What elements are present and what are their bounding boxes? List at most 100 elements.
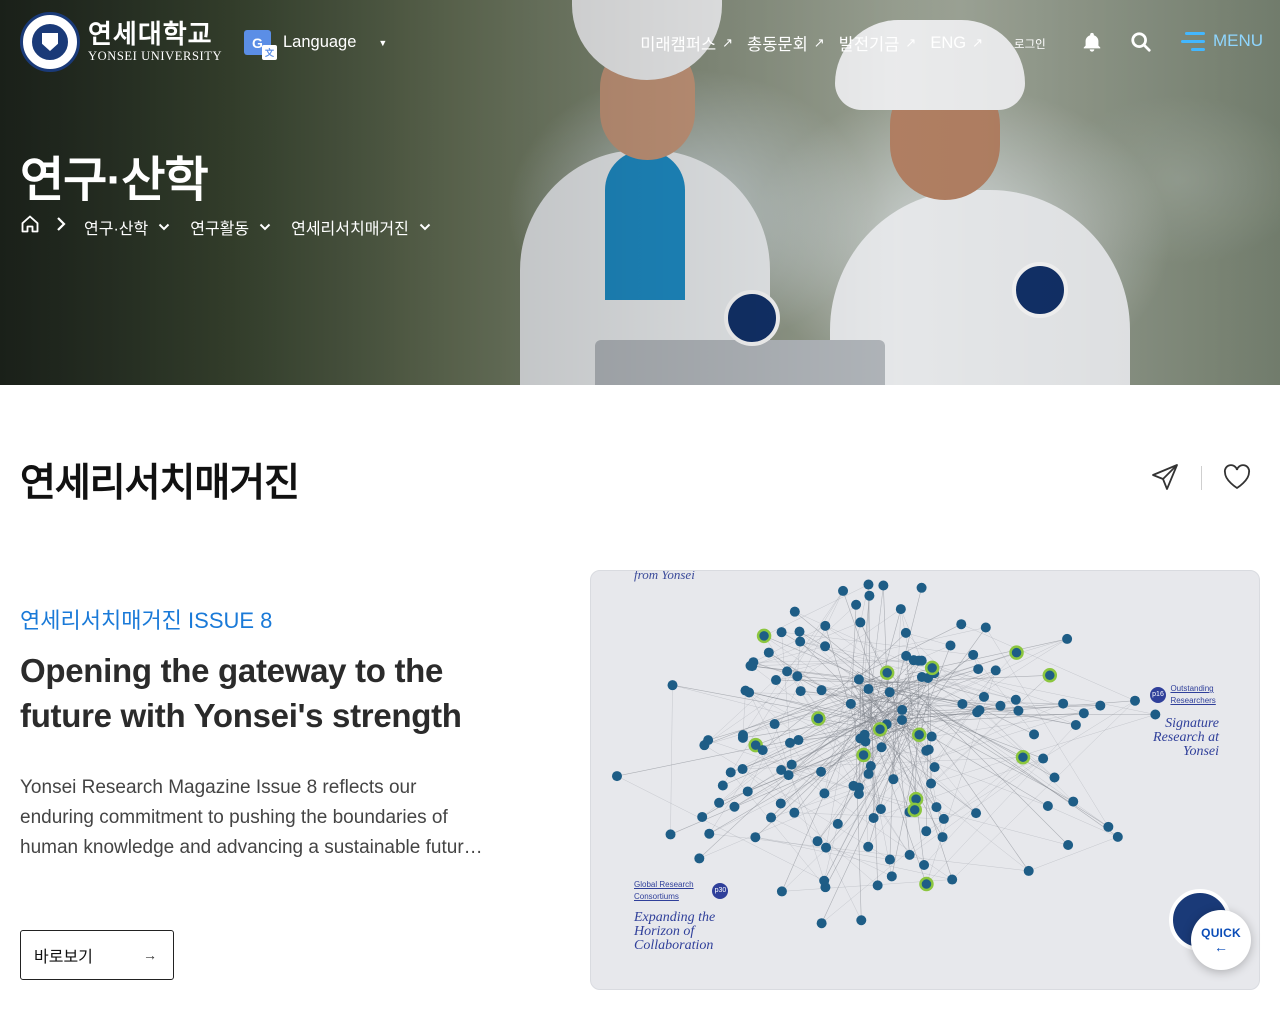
network-node	[872, 880, 883, 891]
network-node	[901, 650, 912, 661]
network-node	[860, 736, 871, 747]
network-node	[740, 685, 751, 696]
network-node	[924, 660, 940, 676]
chevron-down-icon	[159, 223, 170, 230]
network-node	[916, 582, 927, 593]
cover-page-badge: p16	[1150, 687, 1166, 703]
network-node	[1068, 796, 1079, 807]
menu-button[interactable]: MENU	[1181, 31, 1263, 51]
network-node	[886, 871, 897, 882]
nav-link-future-campus[interactable]: 미래캠퍼스 ↗	[640, 31, 733, 55]
network-node	[782, 666, 793, 677]
network-node	[789, 807, 800, 818]
network-node	[725, 767, 736, 778]
magazine-cover-image[interactable]: from Yonsei p16 Outstanding Researchers …	[590, 570, 1260, 990]
heart-icon[interactable]	[1222, 462, 1252, 492]
network-node	[795, 686, 806, 697]
network-node	[957, 698, 968, 709]
network-node	[763, 647, 774, 658]
cover-page-badge: p30	[712, 883, 729, 899]
network-node	[793, 735, 804, 746]
network-node	[1049, 772, 1060, 783]
share-icon[interactable]	[1150, 462, 1180, 492]
bell-icon[interactable]	[1081, 31, 1103, 53]
network-node	[980, 622, 991, 633]
network-node	[1112, 831, 1123, 842]
network-node	[819, 788, 830, 799]
network-node	[789, 606, 800, 617]
menu-label: MENU	[1213, 31, 1264, 50]
nav-link-english[interactable]: ENG ↗	[930, 31, 983, 55]
network-node	[816, 918, 827, 929]
chevron-right-icon	[56, 217, 66, 236]
cover-section-subtitle: Expanding the Horizon of Collaboration	[634, 910, 716, 953]
network-node	[856, 915, 867, 926]
nav-link-alumni[interactable]: 총동문회 ↗	[747, 31, 825, 55]
breadcrumb-label: 연구·산학	[84, 220, 149, 238]
network-node	[1029, 729, 1040, 740]
network-node	[776, 886, 787, 897]
network-node	[916, 655, 927, 666]
hero-banner: 연세대학교 YONSEI UNIVERSITY G Language ▼ 미래캠…	[0, 0, 1280, 385]
view-button[interactable]: 바로보기 →	[20, 930, 174, 980]
quick-menu-button[interactable]: QUICK ←	[1191, 910, 1251, 970]
network-node	[863, 579, 874, 590]
network-node	[738, 730, 749, 741]
language-selector[interactable]: G Language ▼	[244, 30, 388, 60]
arrow-right-icon: →	[143, 947, 157, 963]
page-title: 연세리서치매거진	[20, 462, 300, 505]
chevron-down-icon	[259, 223, 271, 230]
login-link[interactable]: 로그인	[1014, 36, 1046, 52]
breadcrumb-item-research[interactable]: 연구·산학	[84, 215, 170, 239]
network-node	[750, 832, 761, 843]
network-node	[911, 727, 927, 742]
search-icon[interactable]	[1130, 31, 1152, 53]
network-node	[769, 719, 780, 730]
nav-link-development-fund[interactable]: 발전기금 ↗	[839, 31, 917, 55]
home-icon[interactable]	[20, 214, 40, 239]
network-node	[776, 764, 787, 775]
network-node	[1009, 645, 1024, 660]
network-node	[919, 876, 934, 892]
network-node	[979, 691, 990, 702]
network-node	[697, 811, 708, 822]
network-node	[1095, 700, 1106, 711]
network-node	[974, 705, 985, 716]
network-node	[995, 700, 1006, 711]
network-node	[699, 740, 710, 751]
network-node	[921, 826, 932, 837]
arrow-left-icon: ←	[1214, 939, 1228, 955]
language-label: Language	[283, 33, 357, 51]
caret-down-icon: ▼	[378, 37, 388, 48]
network-node	[821, 842, 832, 853]
issue-label: 연세리서치매거진 ISSUE 8	[20, 608, 273, 633]
logo-english-text: YONSEI UNIVERSITY	[88, 49, 223, 63]
network-node	[766, 812, 777, 823]
network-node	[851, 599, 862, 610]
nav-link-label: 미래캠퍼스	[640, 36, 717, 54]
network-node	[756, 628, 772, 644]
site-logo[interactable]: 연세대학교 YONSEI UNIVERSITY	[20, 12, 222, 72]
network-node	[875, 804, 886, 815]
network-node	[919, 860, 930, 871]
breadcrumb-item-research-activities[interactable]: 연구활동	[190, 215, 271, 239]
network-node	[1042, 668, 1058, 683]
network-node	[907, 802, 922, 818]
network-node	[868, 812, 879, 823]
network-node	[794, 626, 805, 637]
network-node	[704, 828, 715, 839]
article-headline: Opening the gateway to the future with Y…	[20, 652, 462, 734]
breadcrumb-label: 연세리서치매거진	[291, 220, 409, 238]
breadcrumb-item-research-magazine[interactable]: 연세리서치매거진	[291, 215, 431, 239]
network-node	[1015, 749, 1031, 765]
network-node	[884, 687, 895, 698]
network-edges	[616, 584, 1156, 924]
network-node	[667, 680, 678, 691]
network-node	[923, 744, 934, 755]
network-node	[937, 832, 948, 843]
external-arrow-icon: ↗	[905, 35, 917, 50]
network-node	[811, 711, 826, 726]
network-node	[872, 721, 888, 737]
network-node	[1058, 698, 1069, 709]
network-node	[1078, 708, 1089, 719]
